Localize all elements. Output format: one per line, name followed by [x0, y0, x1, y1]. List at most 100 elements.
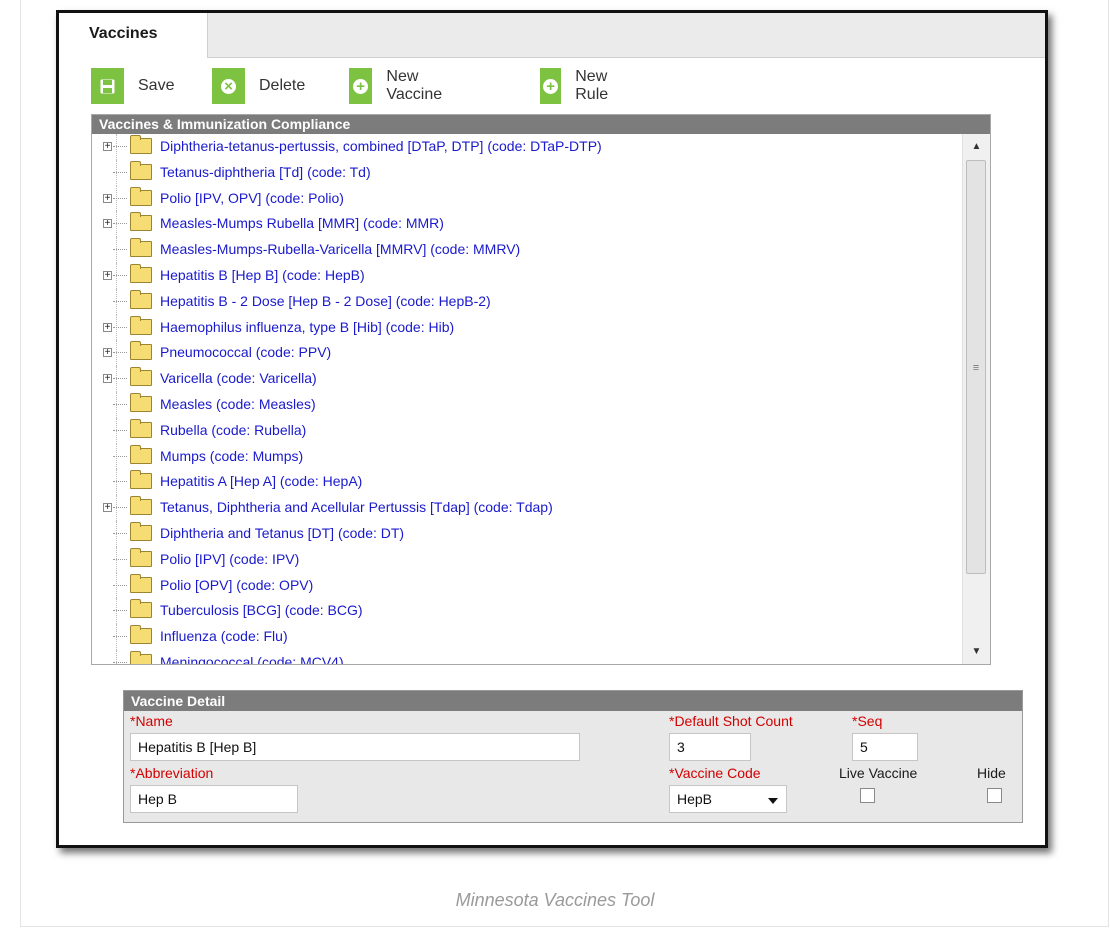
tree-item-label[interactable]: Hepatitis A [Hep A] (code: HepA)	[160, 473, 362, 489]
expand-icon[interactable]: +	[103, 503, 112, 513]
new-rule-button[interactable]: + New Rule	[540, 68, 620, 104]
tree-connector	[113, 171, 127, 173]
tree-item-label[interactable]: Polio [IPV] (code: IPV)	[160, 551, 299, 567]
tree-connector	[113, 274, 127, 276]
tree-connector	[113, 507, 127, 509]
folder-icon	[130, 238, 152, 258]
tree-scrollbar[interactable]: ▲ ≡ ▼	[962, 134, 990, 664]
default-shot-count-field[interactable]	[669, 733, 751, 761]
tree-item-label[interactable]: Mumps (code: Mumps)	[160, 448, 303, 464]
tree-connector	[113, 223, 127, 225]
tree-item-label[interactable]: Polio [IPV, OPV] (code: Polio)	[160, 190, 344, 206]
tree-item-label[interactable]: Tuberculosis [BCG] (code: BCG)	[160, 602, 363, 618]
tree-connector	[113, 403, 127, 405]
tree-row[interactable]: Influenza (code: Flu)	[92, 624, 963, 650]
tree-row[interactable]: + Haemophilus influenza, type B [Hib] (co…	[92, 314, 963, 341]
tree-item-label[interactable]: Influenza (code: Flu)	[160, 628, 288, 644]
vaccine-detail-panel: Vaccine Detail *Name *Default Shot Count…	[123, 690, 1023, 823]
tree-row[interactable]: Polio [IPV] (code: IPV)	[92, 546, 963, 573]
tree-item-label[interactable]: Diphtheria-tetanus-pertussis, combined […	[160, 138, 602, 154]
expand-icon[interactable]: +	[103, 374, 112, 384]
vaccine-code-value: HepB	[677, 791, 713, 807]
live-vaccine-checkbox[interactable]	[860, 788, 875, 803]
folder-icon	[130, 573, 152, 593]
tab-bar: Vaccines	[59, 13, 1045, 58]
expand-icon[interactable]: +	[103, 348, 112, 358]
tree-row[interactable]: Tuberculosis [BCG] (code: BCG)	[92, 598, 963, 625]
folder-icon	[130, 521, 152, 541]
name-field[interactable]	[130, 733, 580, 761]
expand-icon[interactable]: +	[103, 142, 112, 152]
hide-label: Hide	[977, 765, 1006, 781]
tree-row[interactable]: + Hepatitis B [Hep B] (code: HepB)	[92, 262, 963, 289]
tree-item-label[interactable]: Meningococcal (code: MCV4)	[160, 654, 344, 664]
tree-row[interactable]: Measles-Mumps-Rubella-Varicella [MMRV] (…	[92, 237, 963, 263]
abbreviation-label: *Abbreviation	[130, 765, 214, 781]
tree-item-label[interactable]: Tetanus, Diphtheria and Acellular Pertus…	[160, 499, 553, 515]
abbreviation-field[interactable]	[130, 785, 298, 813]
tree-row[interactable]: + Tetanus, Diphtheria and Acellular Pertu…	[92, 495, 963, 521]
tree-connector	[113, 532, 127, 534]
delete-button[interactable]: × Delete	[212, 68, 305, 104]
tree-row[interactable]: Hepatitis B - 2 Dose [Hep B - 2 Dose] (c…	[92, 288, 963, 315]
expand-icon[interactable]: +	[103, 193, 112, 203]
tree-row[interactable]: + Varicella (code: Varicella)	[92, 366, 963, 392]
tree-connector	[113, 352, 127, 354]
tree-row[interactable]: Diphtheria and Tetanus [DT] (code: DT)	[92, 520, 963, 547]
tree-item-label[interactable]: Diphtheria and Tetanus [DT] (code: DT)	[160, 525, 404, 541]
plus-icon: +	[540, 68, 562, 104]
new-vaccine-button[interactable]: + New Vaccine	[349, 68, 452, 104]
new-vaccine-label: New Vaccine	[386, 68, 443, 103]
tree-row[interactable]: Polio [OPV] (code: OPV)	[92, 572, 963, 599]
tree-item-label[interactable]: Measles (code: Measles)	[160, 396, 316, 412]
tree-connector	[113, 661, 127, 663]
expand-icon[interactable]: +	[103, 270, 112, 280]
hide-checkbox[interactable]	[987, 788, 1002, 803]
tree-item-label[interactable]: Measles-Mumps-Rubella-Varicella [MMRV] (…	[160, 241, 520, 257]
tree-row[interactable]: Rubella (code: Rubella)	[92, 417, 963, 444]
seq-field[interactable]	[852, 733, 918, 761]
tree-row[interactable]: Mumps (code: Mumps)	[92, 443, 963, 470]
tree-item-label[interactable]: Hepatitis B - 2 Dose [Hep B - 2 Dose] (c…	[160, 293, 491, 309]
folder-icon	[130, 341, 152, 361]
tree-panel-title: Vaccines & Immunization Compliance	[92, 115, 990, 134]
tree-item-label[interactable]: Measles-Mumps Rubella [MMR] (code: MMR)	[160, 215, 444, 231]
tree-row[interactable]: + Diphtheria-tetanus-pertussis, combined …	[92, 134, 963, 160]
save-icon	[91, 68, 124, 104]
expand-icon[interactable]: +	[103, 322, 112, 332]
tree-row[interactable]: + Pneumococcal (code: PPV)	[92, 340, 963, 367]
vaccine-code-select[interactable]: HepB	[669, 785, 787, 813]
tab-vaccines[interactable]: Vaccines	[59, 13, 208, 58]
tree-item-label[interactable]: Polio [OPV] (code: OPV)	[160, 577, 313, 593]
tree-item-label[interactable]: Hepatitis B [Hep B] (code: HepB)	[160, 267, 365, 283]
scroll-down-icon[interactable]: ▼	[963, 639, 990, 664]
folder-icon	[130, 418, 152, 438]
expand-icon[interactable]: +	[103, 219, 112, 229]
tree-row[interactable]: Measles (code: Measles)	[92, 391, 963, 418]
tree-connector	[113, 636, 127, 638]
tree-row[interactable]: + Measles-Mumps Rubella [MMR] (code: MMR)	[92, 211, 963, 238]
folder-icon	[130, 160, 152, 180]
tree-connector	[113, 584, 127, 586]
folder-icon	[130, 599, 152, 619]
tree-item-label[interactable]: Pneumococcal (code: PPV)	[160, 344, 331, 360]
save-label: Save	[138, 77, 175, 94]
tree-item-label[interactable]: Haemophilus influenza, type B [Hib] (cod…	[160, 319, 454, 335]
tree-row[interactable]: Hepatitis A [Hep A] (code: HepA)	[92, 469, 963, 496]
tree-item-label[interactable]: Rubella (code: Rubella)	[160, 422, 306, 438]
tree-connector	[113, 197, 127, 199]
tree-row[interactable]: Tetanus-diphtheria [Td] (code: Td)	[92, 159, 963, 186]
folder-icon	[130, 315, 152, 335]
tree-row[interactable]: + Polio [IPV, OPV] (code: Polio)	[92, 185, 963, 212]
folder-icon	[130, 625, 152, 645]
save-button[interactable]: Save	[91, 68, 174, 104]
tree-item-label[interactable]: Varicella (code: Varicella)	[160, 370, 317, 386]
scroll-up-icon[interactable]: ▲	[963, 134, 990, 159]
name-label: *Name	[130, 713, 173, 729]
scroll-thumb[interactable]: ≡	[966, 160, 986, 574]
folder-icon	[130, 650, 152, 664]
folder-icon	[130, 367, 152, 387]
delete-icon: ×	[212, 68, 245, 104]
tree-row[interactable]: Meningococcal (code: MCV4)	[92, 649, 963, 664]
tree-item-label[interactable]: Tetanus-diphtheria [Td] (code: Td)	[160, 164, 371, 180]
